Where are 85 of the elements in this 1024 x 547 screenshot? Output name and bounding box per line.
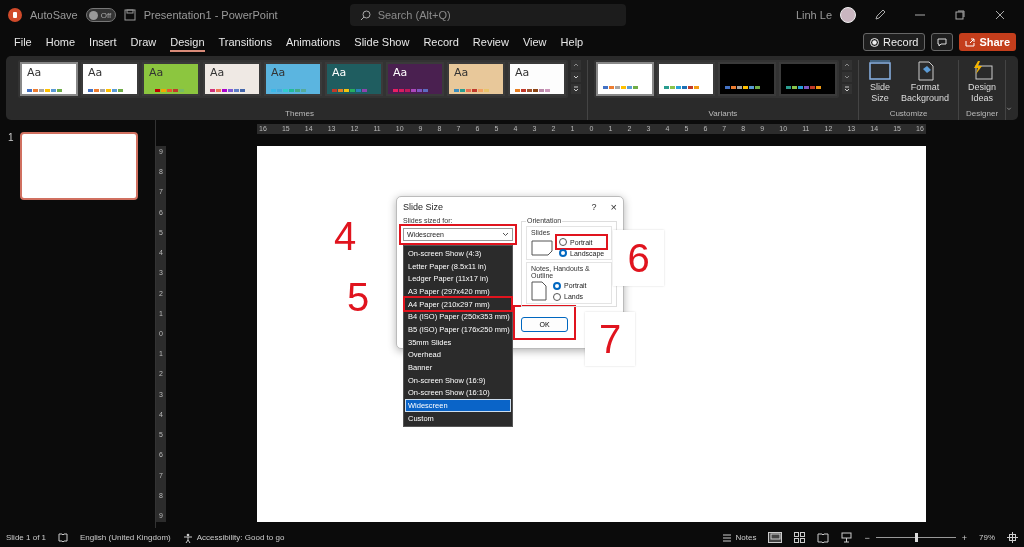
- language-status[interactable]: English (United Kingdom): [80, 533, 171, 542]
- more-icon[interactable]: [842, 84, 852, 94]
- dialog-title: Slide Size: [403, 202, 445, 212]
- theme-thumbnail[interactable]: Aa: [142, 62, 200, 96]
- ribbon-button[interactable]: Format Background: [898, 60, 953, 104]
- ribbon-tab[interactable]: Record: [423, 32, 459, 52]
- comment-button[interactable]: [931, 33, 954, 51]
- scroll-up-icon[interactable]: [842, 60, 852, 70]
- scroll-down-icon[interactable]: [842, 72, 852, 82]
- autosave-label: AutoSave: [30, 9, 78, 21]
- slide-info[interactable]: Slide 1 of 1: [6, 533, 47, 542]
- portrait-page-icon: [531, 281, 547, 301]
- autosave-toggle[interactable]: Off: [85, 8, 116, 22]
- variant-thumbnail[interactable]: [657, 62, 715, 96]
- comment-icon: [937, 37, 948, 47]
- step-number: 4: [332, 216, 358, 256]
- search-icon: [359, 10, 371, 21]
- step-number: 5: [345, 274, 371, 321]
- slide-thumbnail[interactable]: [19, 132, 138, 200]
- fit-slide-icon[interactable]: [1007, 532, 1018, 543]
- record-icon: [869, 37, 879, 47]
- variant-thumbnail[interactable]: [779, 62, 837, 96]
- theme-thumbnail[interactable]: Aa: [81, 62, 139, 96]
- theme-thumbnail[interactable]: Aa: [20, 62, 78, 96]
- theme-thumbnail[interactable]: Aa: [203, 62, 261, 96]
- ribbon-tab[interactable]: Insert: [89, 32, 117, 52]
- slide-number: 1: [8, 132, 14, 143]
- theme-thumbnail[interactable]: Aa: [386, 62, 444, 96]
- save-icon[interactable]: [123, 9, 136, 21]
- ribbon-tab[interactable]: Draw: [130, 32, 157, 52]
- scroll-up-icon[interactable]: [571, 60, 581, 70]
- record-button[interactable]: Record: [862, 33, 926, 51]
- group-label: Variants: [708, 109, 738, 120]
- book-icon[interactable]: [58, 533, 69, 542]
- reading-view-icon[interactable]: [817, 532, 830, 543]
- ribbon-tab[interactable]: File: [14, 32, 32, 52]
- search-field[interactable]: Search (Alt+Q): [349, 4, 626, 26]
- help-button[interactable]: ?: [591, 202, 597, 212]
- user-avatar[interactable]: [840, 7, 856, 23]
- ribbon-tab[interactable]: Help: [560, 32, 584, 52]
- accessibility-status[interactable]: Accessibility: Good to go: [182, 532, 285, 543]
- ribbon-tab[interactable]: Design: [170, 32, 205, 52]
- scroll-down-icon[interactable]: [571, 72, 581, 82]
- ribbon-tab[interactable]: Slide Show: [354, 32, 410, 52]
- step-number: 7: [585, 312, 635, 366]
- restore-icon: [955, 10, 965, 20]
- zoom-thumb[interactable]: [914, 533, 918, 542]
- ribbon-button[interactable]: Design Ideas: [965, 60, 1000, 104]
- slide-size-icon: [868, 60, 892, 82]
- theme-thumbnail[interactable]: Aa: [447, 62, 505, 96]
- share-button[interactable]: Share: [959, 33, 1016, 51]
- chevron-down-icon: [502, 232, 509, 237]
- ribbon-tab[interactable]: Review: [472, 32, 509, 52]
- notes-button[interactable]: Notes: [721, 533, 757, 542]
- notes-icon: [721, 533, 732, 542]
- normal-view-icon[interactable]: [768, 532, 783, 543]
- theme-thumbnail[interactable]: Aa: [325, 62, 383, 96]
- step-number: 6: [613, 230, 664, 286]
- ribbon-tab[interactable]: Transitions: [218, 32, 272, 52]
- theme-thumbnail[interactable]: Aa: [264, 62, 322, 96]
- theme-thumbnail[interactable]: Aa: [508, 62, 566, 96]
- close-icon: [995, 10, 1005, 20]
- close-button[interactable]: ×: [610, 201, 617, 213]
- ribbon-tab[interactable]: Animations: [285, 32, 341, 52]
- group-label: Designer: [966, 109, 999, 120]
- accessibility-icon: [182, 532, 193, 543]
- zoom-in-button[interactable]: +: [961, 532, 967, 543]
- pen-icon: [874, 9, 886, 21]
- presenter-icon[interactable]: [841, 532, 853, 543]
- zoom-out-button[interactable]: −: [864, 532, 870, 543]
- landscape-page-icon: [531, 239, 553, 256]
- group-label: Customize: [889, 109, 928, 120]
- group-label: Themes: [285, 109, 314, 120]
- ribbon-tab[interactable]: Home: [45, 32, 76, 52]
- zoom-level[interactable]: 79%: [979, 533, 995, 542]
- app-logo-icon: [8, 8, 22, 22]
- ribbon-tab[interactable]: View: [522, 32, 547, 52]
- user-name: Linh Le: [795, 9, 832, 21]
- grid-view-icon[interactable]: [794, 532, 806, 543]
- document-title: Presentation1 - PowerPoint: [143, 9, 278, 21]
- share-icon: [965, 37, 976, 47]
- more-icon[interactable]: [571, 84, 581, 94]
- variant-thumbnail[interactable]: [718, 62, 776, 96]
- variant-thumbnail[interactable]: [596, 62, 654, 96]
- ribbon-button[interactable]: Slide Size: [865, 60, 895, 104]
